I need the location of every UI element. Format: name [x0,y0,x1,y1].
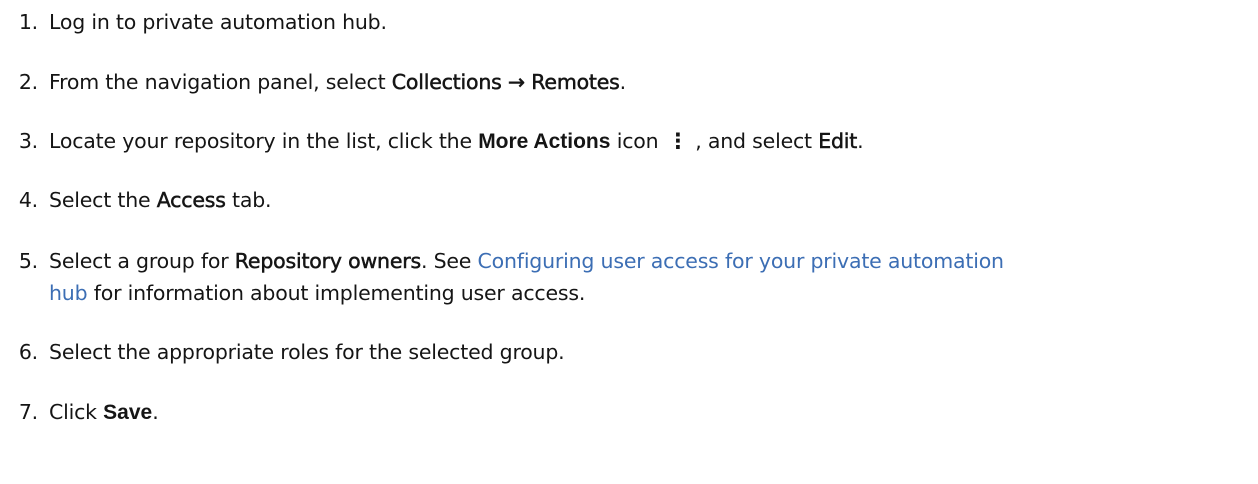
step-number: 3. [18,129,38,153]
menu-item-remotes: Remotes [531,70,620,95]
menu-item-collections: Collections [391,70,503,95]
menu-arrow: → [507,70,526,95]
step-3: 3. Locate your repository in the list, c… [0,125,1250,158]
kebab-icon: ⋮ [667,129,689,153]
step-5: 5. Select a group for Repository owners.… [0,245,1250,309]
step-text: Select the Access tab. [49,188,272,213]
step-number: 6. [18,340,38,364]
step-1: 1. Log in to private automation hub. [0,6,1250,38]
step-text: Locate your repository in the list, clic… [49,125,1250,158]
more-actions-label: More Actions [478,130,611,153]
save-label: Save [103,401,153,424]
step-2: 2. From the navigation panel, select Col… [0,66,1250,98]
step-6: 6. Select the appropriate roles for the … [0,336,1250,368]
step-number: 7. [18,400,38,424]
configuring-user-access-link[interactable]: Configuring user access for your private… [478,249,1004,273]
configuring-user-access-link-continued[interactable]: hub [49,281,88,305]
step-text: From the navigation panel, select Collec… [49,70,626,95]
step-number: 2. [18,70,38,94]
step-text: Log in to private automation hub. [49,10,387,34]
tab-access: Access [156,188,226,213]
step-number: 4. [18,188,38,212]
menu-item-edit: Edit [818,129,858,154]
step-text: Select a group for Repository owners. Se… [49,249,1004,305]
repository-owners-label: Repository owners [234,249,422,274]
step-4: 4. Select the Access tab. [0,184,1250,216]
step-text: Select the appropriate roles for the sel… [49,340,565,364]
step-7: 7. Click Save. [0,396,1250,429]
step-number: 1. [18,10,38,34]
step-text: Click Save. [49,400,159,424]
step-number: 5. [18,249,38,273]
